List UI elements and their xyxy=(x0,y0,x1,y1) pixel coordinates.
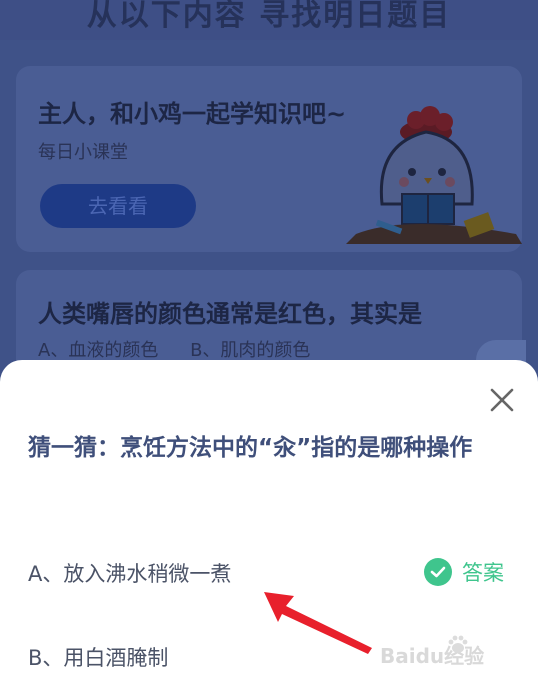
correct-answer-badge: 答案 xyxy=(424,556,504,588)
knowledge-card-title: 主人，和小鸡一起学知识吧~ xyxy=(38,100,347,128)
close-icon[interactable] xyxy=(484,382,520,418)
answer-option-b[interactable]: B、用白酒腌制 xyxy=(28,642,168,672)
check-circle-icon xyxy=(424,558,452,586)
trivia-card-question: 人类嘴唇的颜色通常是红色，其实是 xyxy=(38,300,422,328)
trivia-option-b[interactable]: B、肌肉的颜色 xyxy=(190,340,310,361)
go-see-button[interactable]: 去看看 xyxy=(40,184,196,228)
knowledge-card-subtitle: 每日小课堂 xyxy=(38,142,128,163)
background-header-title: 从以下内容 寻找明日题目 xyxy=(86,0,452,33)
background-header: 从以下内容 寻找明日题目 xyxy=(0,0,538,40)
answer-label: 答案 xyxy=(462,561,504,585)
red-arrow-annotation xyxy=(264,592,372,654)
trivia-option-a[interactable]: A、血液的颜色 xyxy=(38,340,158,361)
chick-reading-illustration xyxy=(346,106,522,244)
knowledge-card: 主人，和小鸡一起学知识吧~ 每日小课堂 去看看 xyxy=(16,66,522,252)
paw-icon xyxy=(448,635,468,653)
guess-question: 猜一猜：烹饪方法中的“汆”指的是哪种操作 xyxy=(28,435,473,461)
answer-option-a[interactable]: A、放入沸水稍微一煮 xyxy=(28,558,231,588)
trivia-card-options: A、血液的颜色 B、肌肉的颜色 xyxy=(38,336,336,362)
